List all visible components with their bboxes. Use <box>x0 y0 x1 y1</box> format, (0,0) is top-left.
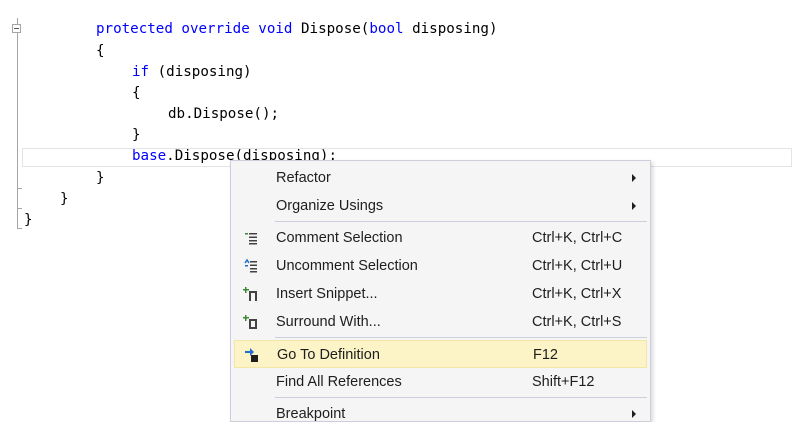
menu-item-label: Breakpoint <box>276 406 346 422</box>
menu-item-label: Organize Usings <box>276 198 384 214</box>
code-line: { <box>96 41 105 62</box>
menu-item-label: Go To Definition <box>277 347 380 363</box>
menu-separator <box>275 221 647 222</box>
submenu-arrow-icon <box>632 410 636 418</box>
menu-item-label: Insert Snippet... <box>276 286 378 302</box>
code-line: } <box>132 125 141 146</box>
code-keyword: bool <box>369 21 413 37</box>
code-token: } <box>60 191 69 207</box>
code-token: } <box>132 127 141 143</box>
code-line: if (disposing) <box>132 62 252 83</box>
menu-item-uncomment-selection[interactable]: Uncomment Selection Ctrl+K, Ctrl+U <box>234 252 647 280</box>
fold-guide-end <box>17 228 22 229</box>
uncomment-icon <box>243 258 259 274</box>
code-line: } <box>96 168 105 189</box>
menu-separator <box>275 397 647 398</box>
code-keyword: void <box>258 21 302 37</box>
menu-item-label: Find All References <box>276 374 402 390</box>
code-line: db.Dispose(); <box>168 104 279 125</box>
code-keyword: if <box>132 64 158 80</box>
code-token: { <box>132 85 141 101</box>
code-token: (disposing) <box>157 64 252 80</box>
code-line: protected override void Dispose(bool dis… <box>96 19 498 40</box>
context-menu: Refactor Organize Usings Comment Selection… <box>230 160 651 422</box>
menu-item-shortcut: Ctrl+K, Ctrl+U <box>532 258 623 274</box>
menu-item-insert-snippet[interactable]: Insert Snippet... Ctrl+K, Ctrl+X <box>234 280 647 308</box>
surround-icon <box>243 314 259 330</box>
code-token: } <box>24 212 33 228</box>
menu-item-shortcut: Shift+F12 <box>532 374 595 390</box>
code-keyword: protected <box>96 21 182 37</box>
submenu-arrow-icon <box>632 174 636 182</box>
code-token: } <box>96 170 105 186</box>
menu-item-shortcut: Ctrl+K, Ctrl+S <box>532 314 622 330</box>
comment-icon <box>243 230 259 246</box>
menu-item-comment-selection[interactable]: Comment Selection Ctrl+K, Ctrl+C <box>234 224 647 252</box>
menu-item-shortcut: Ctrl+K, Ctrl+C <box>532 230 623 246</box>
menu-item-label: Comment Selection <box>276 230 403 246</box>
fold-guide <box>17 18 18 228</box>
code-token: Dispose( <box>301 21 370 37</box>
menu-item-label: Refactor <box>276 170 331 186</box>
code-token: disposing) <box>412 21 498 37</box>
code-line: { <box>132 83 141 104</box>
collapse-region-toggle[interactable] <box>12 24 21 33</box>
fold-guide-tick <box>17 208 22 209</box>
snippet-icon <box>243 286 259 302</box>
go-to-definition-icon <box>244 347 260 363</box>
code-line: } <box>24 210 33 231</box>
code-keyword: base <box>132 148 167 164</box>
menu-item-shortcut: F12 <box>533 347 558 363</box>
menu-item-breakpoint[interactable]: Breakpoint <box>234 400 647 422</box>
menu-item-go-to-definition[interactable]: Go To Definition F12 <box>234 340 647 368</box>
menu-item-label: Surround With... <box>276 314 381 330</box>
code-line: } <box>60 189 69 210</box>
menu-item-surround-with[interactable]: Surround With... Ctrl+K, Ctrl+S <box>234 308 647 336</box>
menu-item-refactor[interactable]: Refactor <box>234 164 647 192</box>
code-keyword: override <box>181 21 259 37</box>
menu-item-shortcut: Ctrl+K, Ctrl+X <box>532 286 622 302</box>
menu-item-label: Uncomment Selection <box>276 258 418 274</box>
fold-guide-tick <box>17 188 22 189</box>
code-token: { <box>96 43 105 59</box>
menu-separator <box>275 337 647 338</box>
menu-item-organize-usings[interactable]: Organize Usings <box>234 192 647 220</box>
code-token: db.Dispose(); <box>168 106 280 122</box>
menu-item-find-all-references[interactable]: Find All References Shift+F12 <box>234 368 647 396</box>
submenu-arrow-icon <box>632 202 636 210</box>
